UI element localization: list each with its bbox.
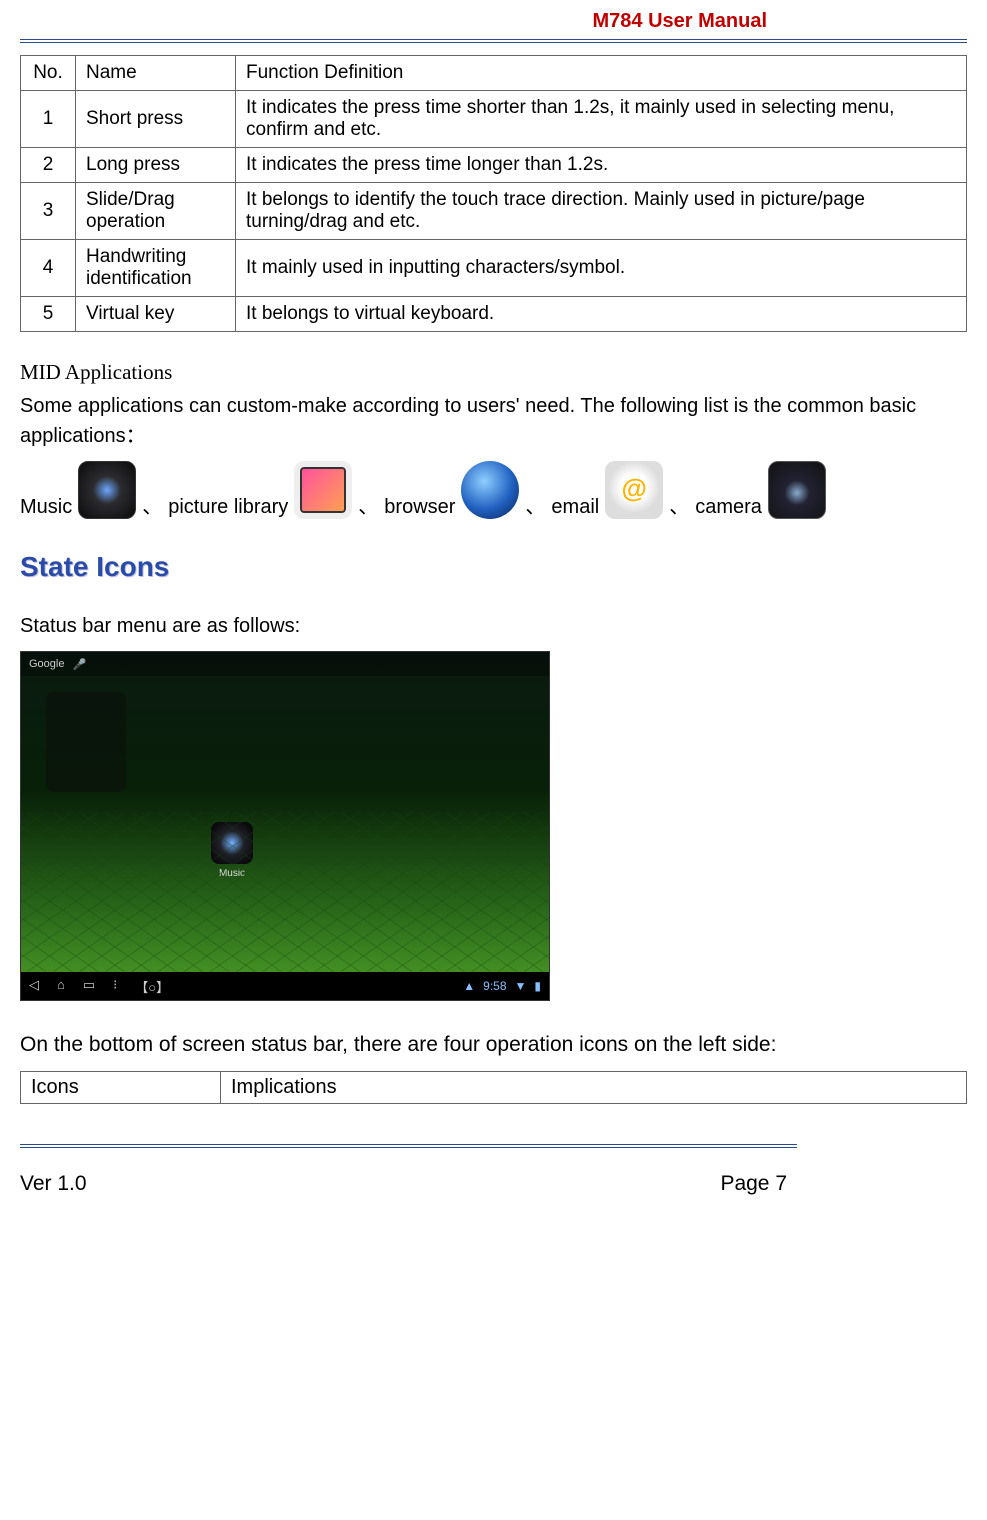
- upload-icon: ▲: [463, 979, 475, 993]
- col-header-name: Name: [76, 56, 236, 91]
- mid-apps-heading: MID Applications: [20, 360, 967, 385]
- footer-page: Page 7: [720, 1172, 787, 1196]
- ss-nav-icons: ◁ ⌂ ▭ ⁝ 【○】: [29, 977, 169, 996]
- cell-name: Slide/Drag operation: [76, 183, 236, 240]
- ss-clock-widget: [46, 692, 126, 792]
- cell-no: 4: [21, 240, 76, 297]
- app-browser-label: browser: [384, 496, 455, 519]
- camera-icon: [768, 461, 826, 519]
- table-row: 5 Virtual key It belongs to virtual keyb…: [21, 297, 967, 332]
- gallery-icon: [294, 461, 352, 519]
- cell-def: It mainly used in inputting characters/s…: [236, 240, 967, 297]
- doc-header-title: M784 User Manual: [20, 10, 967, 33]
- table-row: 4 Handwriting identification It mainly u…: [21, 240, 967, 297]
- nav-recent-icon: ▭: [83, 977, 95, 996]
- cell-no: 2: [21, 148, 76, 183]
- header-rule: [20, 39, 967, 43]
- ss-status-bar: ◁ ⌂ ▭ ⁝ 【○】 ▲ 9:58 ▼ ▮: [21, 972, 549, 1000]
- col-header-no: No.: [21, 56, 76, 91]
- cell-name: Long press: [76, 148, 236, 183]
- col-header-icons: Icons: [21, 1071, 221, 1103]
- table-row: 1 Short press It indicates the press tim…: [21, 91, 967, 148]
- table-row: Icons Implications: [21, 1071, 967, 1103]
- ss-leaf-background: [21, 812, 549, 972]
- app-email-label: email: [551, 496, 599, 519]
- page-footer: Ver 1.0 Page 7: [20, 1172, 967, 1196]
- music-icon: [78, 461, 136, 519]
- bottom-note: On the bottom of screen status bar, ther…: [20, 1029, 967, 1061]
- nav-menu-icon: ⁝: [113, 977, 117, 996]
- cell-def: It belongs to identify the touch trace d…: [236, 183, 967, 240]
- cell-name: Virtual key: [76, 297, 236, 332]
- separator: 、: [358, 490, 378, 519]
- wifi-icon: ▼: [515, 979, 527, 993]
- cell-no: 5: [21, 297, 76, 332]
- app-gallery-label: picture library: [168, 496, 288, 519]
- app-music-label: Music: [20, 496, 72, 519]
- cell-name: Short press: [76, 91, 236, 148]
- state-icons-heading: State Icons: [20, 551, 967, 583]
- email-icon: [605, 461, 663, 519]
- ss-clock: 9:58: [483, 979, 506, 993]
- cell-no: 1: [21, 91, 76, 148]
- col-header-implications: Implications: [221, 1071, 967, 1103]
- ss-search-bar: Google 🎤: [21, 652, 549, 676]
- table-row: 3 Slide/Drag operation It belongs to ide…: [21, 183, 967, 240]
- nav-home-icon: ⌂: [57, 977, 65, 996]
- footer-rule: [20, 1144, 797, 1148]
- separator: 、: [669, 490, 689, 519]
- separator: 、: [142, 490, 162, 519]
- footer-version: Ver 1.0: [20, 1172, 87, 1196]
- ss-status-right: ▲ 9:58 ▼ ▮: [463, 979, 541, 993]
- mic-icon: 🎤: [72, 658, 86, 671]
- android-home-screenshot: Google 🎤 Music ◁ ⌂ ▭ ⁝ 【○】 ▲ 9:58 ▼ ▮: [20, 651, 550, 1001]
- table-row: No. Name Function Definition: [21, 56, 967, 91]
- nav-screenshot-icon: 【○】: [135, 977, 169, 996]
- separator: 、: [525, 490, 545, 519]
- mid-apps-intro: Some applications can custom-make accord…: [20, 391, 967, 451]
- app-camera-label: camera: [695, 496, 762, 519]
- battery-icon: ▮: [534, 979, 541, 993]
- cell-name: Handwriting identification: [76, 240, 236, 297]
- cell-def: It indicates the press time shorter than…: [236, 91, 967, 148]
- cell-no: 3: [21, 183, 76, 240]
- cell-def: It belongs to virtual keyboard.: [236, 297, 967, 332]
- state-icons-intro: Status bar menu are as follows:: [20, 611, 967, 641]
- table-row: 2 Long press It indicates the press time…: [21, 148, 967, 183]
- icons-implications-table: Icons Implications: [20, 1071, 967, 1104]
- browser-icon: [461, 461, 519, 519]
- cell-def: It indicates the press time longer than …: [236, 148, 967, 183]
- ss-google-label: Google: [29, 658, 64, 670]
- app-icons-line: Music 、 picture library 、 browser 、 emai…: [20, 461, 967, 519]
- col-header-def: Function Definition: [236, 56, 967, 91]
- function-definition-table: No. Name Function Definition 1 Short pre…: [20, 55, 967, 332]
- nav-back-icon: ◁: [29, 977, 39, 996]
